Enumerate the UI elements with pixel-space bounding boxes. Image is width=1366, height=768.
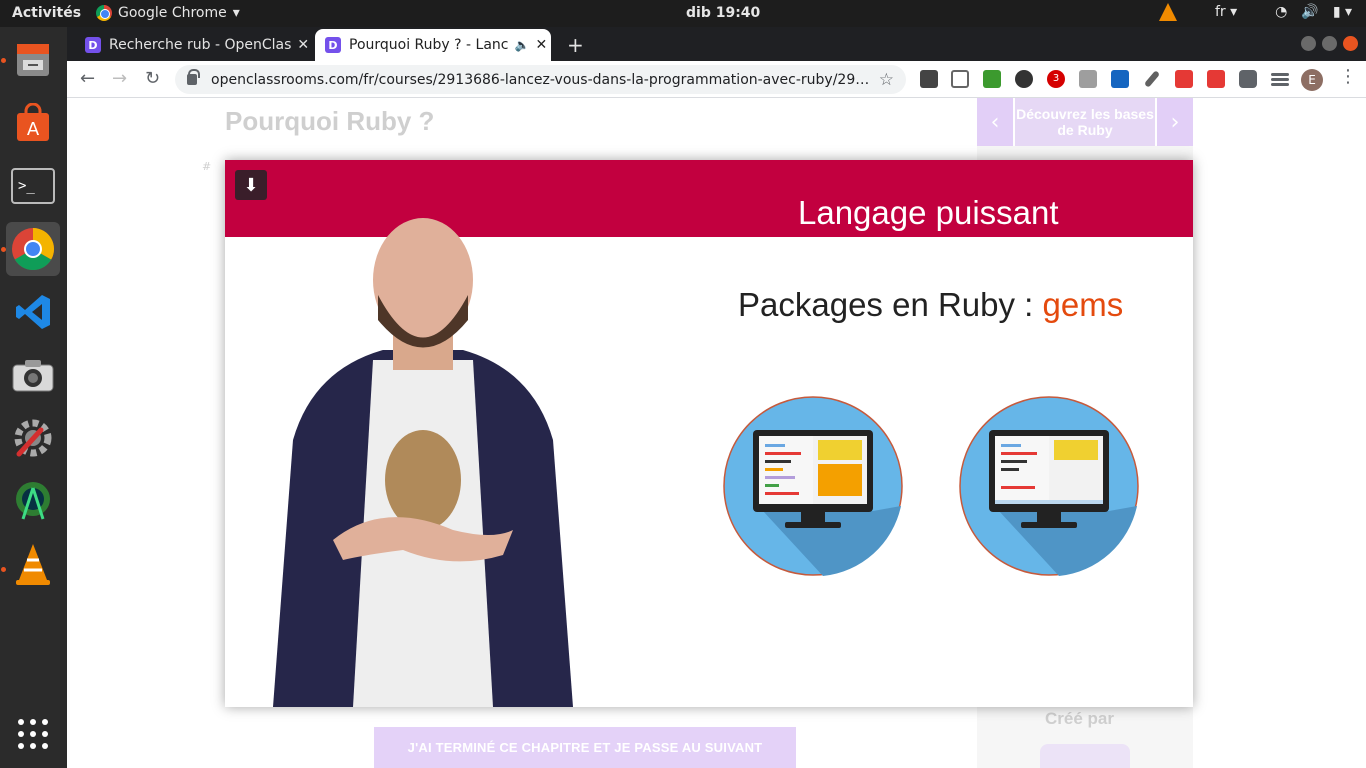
more-menu-icon[interactable]: ⋮: [1339, 66, 1357, 87]
anchor-hash[interactable]: #: [202, 160, 211, 173]
tab-pourquoi-ruby[interactable]: D Pourquoi Ruby ? - Lanc 🔈 ✕: [315, 29, 551, 61]
created-by-label: Créé par: [1045, 709, 1114, 728]
chapter-navigation: ‹ Découvrez les bases de Ruby ›: [977, 98, 1193, 146]
app-menu[interactable]: Google Chrome ▾: [96, 5, 240, 21]
car-extension-icon[interactable]: [951, 70, 969, 88]
subtitle-prefix: Packages en Ruby :: [738, 286, 1043, 323]
profile-avatar[interactable]: E: [1301, 69, 1323, 91]
swiss-cross-extension-icon[interactable]: [1207, 70, 1225, 88]
show-applications-button[interactable]: [6, 707, 60, 761]
screenshot-camera-icon[interactable]: [1079, 70, 1097, 88]
percent-extension-icon[interactable]: [1175, 70, 1193, 88]
svg-text:A: A: [27, 119, 40, 140]
settings-app-icon[interactable]: [6, 411, 60, 465]
close-icon[interactable]: ✕: [529, 37, 547, 53]
chrome-icon: [96, 5, 112, 21]
wifi-icon[interactable]: ◔: [1275, 4, 1287, 20]
activities-button[interactable]: Activités: [12, 5, 81, 21]
reload-icon[interactable]: ↻: [145, 68, 160, 89]
app-grid-icon: [18, 719, 48, 749]
camera-icon: [12, 360, 54, 392]
lock-icon[interactable]: [187, 69, 200, 85]
clock[interactable]: dib 19:40: [686, 5, 760, 21]
vlc-tray-icon[interactable]: [1158, 3, 1177, 21]
language-indicator[interactable]: fr ▾: [1215, 4, 1237, 20]
vscode-icon: [16, 295, 50, 329]
android-studio-icon[interactable]: [6, 474, 60, 528]
vlc-cone-icon: [16, 544, 50, 585]
url-text[interactable]: openclassrooms.com/fr/courses/2913686-la…: [211, 72, 871, 88]
volume-icon[interactable]: 🔊: [1301, 4, 1318, 20]
cube-extension-icon[interactable]: [920, 70, 938, 88]
language-label: fr: [1214, 4, 1226, 20]
forward-arrow-icon[interactable]: →: [112, 68, 127, 89]
puzzle-extensions-icon[interactable]: [1239, 70, 1257, 88]
chrome-icon: [12, 228, 55, 271]
browser-toolbar: ← → ↻ openclassrooms.com/fr/courses/2913…: [67, 61, 1366, 98]
slide-title: Langage puissant: [798, 194, 1059, 231]
svg-text:>_: >_: [18, 178, 35, 194]
openclassrooms-favicon-icon: D: [325, 37, 341, 53]
window-controls: [1301, 36, 1358, 51]
camera-app-icon[interactable]: [6, 348, 60, 402]
tab-label: Pourquoi Ruby ? - Lanc: [349, 37, 509, 53]
download-video-icon[interactable]: ⬇: [235, 170, 267, 200]
minimize-window-button[interactable]: [1301, 36, 1316, 51]
vlc-app-icon[interactable]: [6, 537, 60, 591]
ubuntu-dock: A >_: [0, 27, 67, 768]
files-app-icon[interactable]: [6, 33, 60, 87]
browser-tab-bar: D Recherche rub - OpenClas ✕ D Pourquoi …: [67, 27, 1366, 61]
audio-playing-icon[interactable]: 🔈: [514, 38, 529, 52]
eyedropper-icon[interactable]: [1143, 70, 1161, 88]
subtitle-accent: gems: [1042, 286, 1124, 323]
software-center-icon[interactable]: A: [6, 96, 60, 150]
media-queue-icon[interactable]: [1271, 73, 1289, 76]
user-extension-icon[interactable]: [1111, 70, 1129, 88]
bookmark-star-icon[interactable]: ☆: [879, 70, 894, 90]
back-arrow-icon[interactable]: ←: [80, 68, 95, 89]
course-page: Pourquoi Ruby ? # ‹ Découvrez les bases …: [67, 98, 1366, 768]
monitor-code-editor-icon: [723, 396, 903, 576]
next-chapter-button[interactable]: J'AI TERMINÉ CE CHAPITRE ET JE PASSE AU …: [374, 727, 796, 768]
chevron-down-icon: ▾: [232, 5, 240, 21]
android-studio-icon-glyph: [16, 482, 50, 520]
extension-badge-count: 3: [1052, 73, 1060, 84]
extension-badge-icon[interactable]: 3: [1047, 70, 1065, 88]
chapter-title: Pourquoi Ruby ?: [225, 106, 435, 136]
system-top-bar: Activités Google Chrome ▾ dib 19:40 fr ▾…: [0, 0, 1366, 27]
presenter-figure: [273, 218, 573, 707]
previous-chapter-chevron-icon[interactable]: ‹: [977, 98, 1013, 146]
download-arrow-extension-icon[interactable]: [983, 70, 1001, 88]
next-chapter-chevron-icon[interactable]: ›: [1157, 98, 1193, 146]
settings-gear-icon: [14, 419, 52, 457]
tab-recherche[interactable]: D Recherche rub - OpenClas ✕: [75, 29, 311, 61]
maximize-window-button[interactable]: [1322, 36, 1337, 51]
close-window-button[interactable]: [1343, 36, 1358, 51]
author-avatar[interactable]: [1040, 744, 1130, 768]
close-icon[interactable]: ✕: [291, 37, 309, 53]
tab-label: Recherche rub - OpenClas: [109, 37, 292, 53]
shopping-bag-icon: A: [17, 103, 49, 141]
file-cabinet-icon: [17, 44, 49, 76]
monitor-code-editor-icon: [959, 396, 1139, 576]
vscode-app-icon[interactable]: [6, 285, 60, 339]
chrome-app-icon[interactable]: [6, 222, 60, 276]
battery-icon[interactable]: ▮ ▾: [1333, 4, 1352, 20]
address-bar[interactable]: openclassrooms.com/fr/courses/2913686-la…: [175, 65, 906, 94]
openclassrooms-favicon-icon: D: [85, 37, 101, 53]
terminal-icon: >_: [11, 168, 55, 204]
terminal-app-icon[interactable]: >_: [6, 159, 60, 213]
part-title-link[interactable]: Découvrez les bases de Ruby: [1013, 98, 1157, 146]
download-icon[interactable]: [1015, 70, 1033, 88]
slide-subtitle: Packages en Ruby : gems: [738, 286, 1123, 324]
app-menu-label: Google Chrome: [118, 5, 227, 21]
video-player[interactable]: Langage puissant ⬇ Packages en Ruby : ge…: [225, 160, 1193, 707]
new-tab-button[interactable]: +: [567, 33, 584, 57]
